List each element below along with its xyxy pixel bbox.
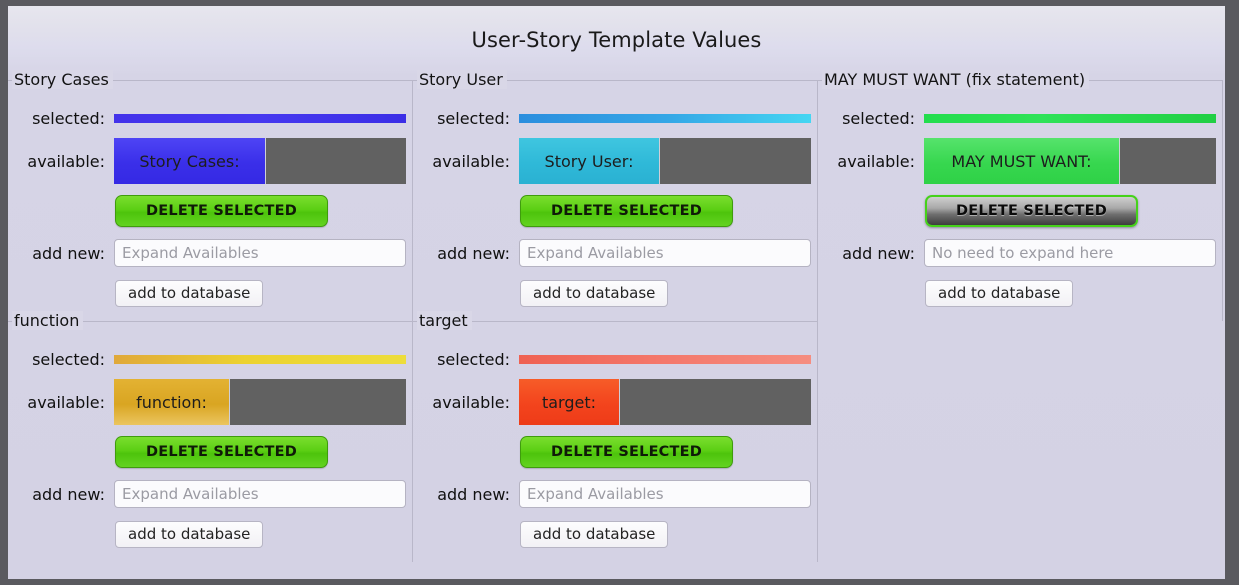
delete-row: DELETE SELECTED xyxy=(14,430,406,474)
available-listbox[interactable]: MAY MUST WANT: xyxy=(924,138,1216,184)
delete-row: DELETE SELECTED xyxy=(419,430,811,474)
available-listbox[interactable]: Story Cases: xyxy=(114,138,406,184)
selected-value-bar xyxy=(519,114,811,123)
available-listbox[interactable]: target: xyxy=(519,379,811,425)
selected-row: selected: xyxy=(419,103,811,133)
panel-legend: Story User xyxy=(417,70,507,89)
selected-row: selected: xyxy=(14,344,406,374)
available-row: available: target: xyxy=(419,374,811,430)
available-row: available: function: xyxy=(14,374,406,430)
add-new-row: add new: xyxy=(419,233,811,273)
add-new-row: add new: xyxy=(419,474,811,514)
selected-row: selected: xyxy=(824,103,1216,133)
selected-label: selected: xyxy=(14,109,114,128)
add-new-label: add new: xyxy=(824,244,924,263)
add-to-database-row: add to database xyxy=(419,273,811,313)
add-to-database-row: add to database xyxy=(14,273,406,313)
panel-story-user: Story User selected: available: Story Us… xyxy=(413,80,818,321)
panel-legend: target xyxy=(417,311,472,330)
delete-row: DELETE SELECTED xyxy=(419,189,811,233)
app-window: User-Story Template Values Story Cases s… xyxy=(8,6,1225,579)
panel-target: target selected: available: target: xyxy=(413,321,818,562)
add-new-label: add new: xyxy=(419,485,519,504)
add-new-label: add new: xyxy=(419,244,519,263)
listbox-option-selected[interactable]: target: xyxy=(519,379,620,425)
add-to-database-button[interactable]: add to database xyxy=(115,280,263,307)
available-label: available: xyxy=(14,152,114,171)
delete-selected-button[interactable]: DELETE SELECTED xyxy=(925,195,1138,227)
panel-function: function selected: available: function: xyxy=(8,321,413,562)
panel-may-must-want: MAY MUST WANT (fix statement) selected: … xyxy=(818,80,1223,321)
panel-row-2: function selected: available: function: xyxy=(8,321,1225,562)
available-label: available: xyxy=(419,152,519,171)
panel-legend: function xyxy=(12,311,83,330)
available-label: available: xyxy=(824,152,924,171)
selected-row: selected: xyxy=(419,344,811,374)
listbox-option-selected[interactable]: MAY MUST WANT: xyxy=(924,138,1120,184)
delete-selected-button[interactable]: DELETE SELECTED xyxy=(115,436,328,468)
add-new-label: add new: xyxy=(14,485,114,504)
add-new-input[interactable] xyxy=(519,480,811,508)
add-new-label: add new: xyxy=(14,244,114,263)
add-to-database-button[interactable]: add to database xyxy=(520,521,668,548)
selected-value-bar xyxy=(519,355,811,364)
panel-legend: MAY MUST WANT (fix statement) xyxy=(822,70,1089,89)
delete-selected-button[interactable]: DELETE SELECTED xyxy=(520,195,733,227)
delete-selected-button[interactable]: DELETE SELECTED xyxy=(115,195,328,227)
available-label: available: xyxy=(14,393,114,412)
add-to-database-row: add to database xyxy=(14,514,406,554)
delete-row: DELETE SELECTED xyxy=(14,189,406,233)
add-new-input[interactable] xyxy=(924,239,1216,267)
add-new-input[interactable] xyxy=(114,480,406,508)
selected-label: selected: xyxy=(419,109,519,128)
add-new-input[interactable] xyxy=(519,239,811,267)
panel-legend: Story Cases xyxy=(12,70,113,89)
add-to-database-row: add to database xyxy=(824,273,1216,313)
panel-empty-slot xyxy=(818,321,1223,562)
add-new-input[interactable] xyxy=(114,239,406,267)
available-row: available: Story User: xyxy=(419,133,811,189)
delete-row: DELETE SELECTED xyxy=(824,189,1216,233)
selected-value-bar xyxy=(924,114,1216,123)
listbox-option-selected[interactable]: function: xyxy=(114,379,230,425)
available-listbox[interactable]: Story User: xyxy=(519,138,811,184)
add-new-row: add new: xyxy=(824,233,1216,273)
panel-story-cases: Story Cases selected: available: Story C… xyxy=(8,80,413,321)
add-new-row: add new: xyxy=(14,233,406,273)
add-to-database-button[interactable]: add to database xyxy=(115,521,263,548)
add-new-row: add new: xyxy=(14,474,406,514)
add-to-database-button[interactable]: add to database xyxy=(925,280,1073,307)
listbox-option-selected[interactable]: Story Cases: xyxy=(114,138,266,184)
panel-row-1: Story Cases selected: available: Story C… xyxy=(8,80,1225,321)
add-to-database-button[interactable]: add to database xyxy=(520,280,668,307)
selected-value-bar xyxy=(114,355,406,364)
panel-grid: Story Cases selected: available: Story C… xyxy=(8,80,1225,562)
selected-label: selected: xyxy=(14,350,114,369)
available-listbox[interactable]: function: xyxy=(114,379,406,425)
available-row: available: Story Cases: xyxy=(14,133,406,189)
listbox-option-selected[interactable]: Story User: xyxy=(519,138,660,184)
selected-row: selected: xyxy=(14,103,406,133)
selected-value-bar xyxy=(114,114,406,123)
selected-label: selected: xyxy=(824,109,924,128)
add-to-database-row: add to database xyxy=(419,514,811,554)
available-label: available: xyxy=(419,393,519,412)
selected-label: selected: xyxy=(419,350,519,369)
delete-selected-button[interactable]: DELETE SELECTED xyxy=(520,436,733,468)
page-title: User-Story Template Values xyxy=(8,6,1225,52)
available-row: available: MAY MUST WANT: xyxy=(824,133,1216,189)
